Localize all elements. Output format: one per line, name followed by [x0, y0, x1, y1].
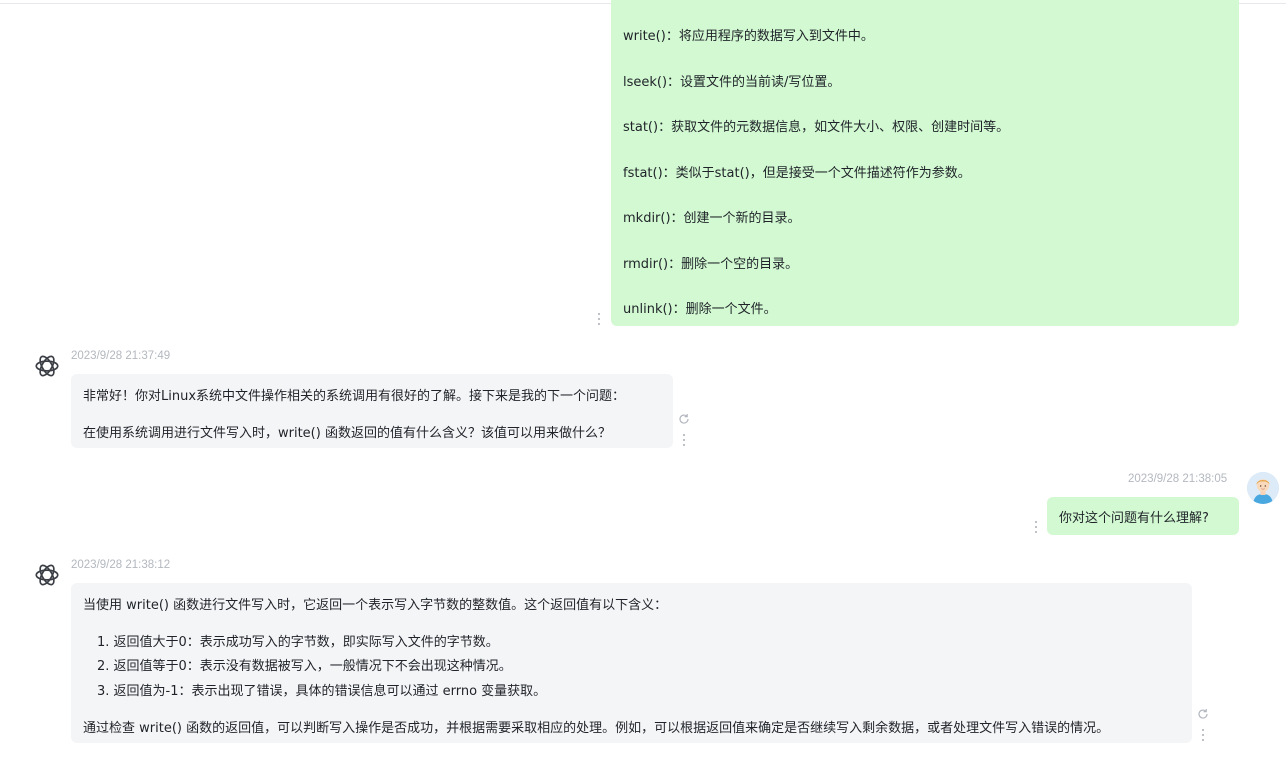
assistant-message-bubble: 当使用 write() 函数进行文件写入时，它返回一个表示写入字节数的整数值。这… [71, 583, 1192, 743]
regenerate-icon[interactable] [1197, 708, 1209, 720]
more-vertical-icon[interactable] [597, 313, 601, 325]
openai-logo-icon [35, 355, 59, 377]
message-intro: 当使用 write() 函数进行文件写入时，它返回一个表示写入字节数的整数值。这… [83, 598, 668, 613]
message-line: lseek()：设置文件的当前读/写位置。 [623, 75, 841, 90]
message-line: write()：将应用程序的数据写入到文件中。 [623, 29, 874, 44]
openai-logo-icon [35, 564, 59, 586]
message-line: stat()：获取文件的元数据信息，如文件大小、权限、创建时间等。 [623, 120, 1010, 135]
list-item: 1. 返回值大于0：表示成功写入的字节数，即实际写入文件的字节数。 [97, 635, 499, 650]
message-timestamp: 2023/9/28 21:38:12 [71, 559, 171, 571]
user-message-bubble: 你对这个问题有什么理解? [1047, 497, 1239, 535]
message-line: rmdir()：删除一个空的目录。 [623, 257, 799, 272]
more-vertical-icon[interactable] [1201, 729, 1205, 741]
user-message-bubble: write()：将应用程序的数据写入到文件中。 lseek()：设置文件的当前读… [611, 0, 1239, 326]
message-timestamp: 2023/9/28 21:37:49 [71, 350, 171, 362]
message-outro: 通过检查 write() 函数的返回值，可以判断写入操作是否成功，并根据需要采取… [83, 721, 1110, 736]
message-text: 你对这个问题有什么理解? [1059, 511, 1209, 526]
more-vertical-icon[interactable] [1034, 521, 1038, 533]
message-line: unlink()：删除一个文件。 [623, 302, 777, 317]
assistant-message-bubble: 非常好！你对Linux系统中文件操作相关的系统调用有很好的了解。接下来是我的下一… [71, 374, 673, 448]
user-avatar-icon [1247, 472, 1279, 504]
list-item: 2. 返回值等于0：表示没有数据被写入，一般情况下不会出现这种情况。 [97, 659, 512, 674]
message-timestamp: 2023/9/28 21:38:05 [1128, 473, 1228, 485]
list-item: 3. 返回值为-1：表示出现了错误，具体的错误信息可以通过 errno 变量获取… [97, 684, 547, 699]
message-line: mkdir()：创建一个新的目录。 [623, 211, 801, 226]
message-line: fstat()：类似于stat()，但是接受一个文件描述符作为参数。 [623, 166, 971, 181]
more-vertical-icon[interactable] [682, 434, 686, 446]
message-line: 在使用系统调用进行文件写入时，write() 函数返回的值有什么含义？该值可以用… [83, 426, 611, 441]
message-line: 非常好！你对Linux系统中文件操作相关的系统调用有很好的了解。接下来是我的下一… [83, 389, 626, 404]
regenerate-icon[interactable] [678, 413, 690, 425]
